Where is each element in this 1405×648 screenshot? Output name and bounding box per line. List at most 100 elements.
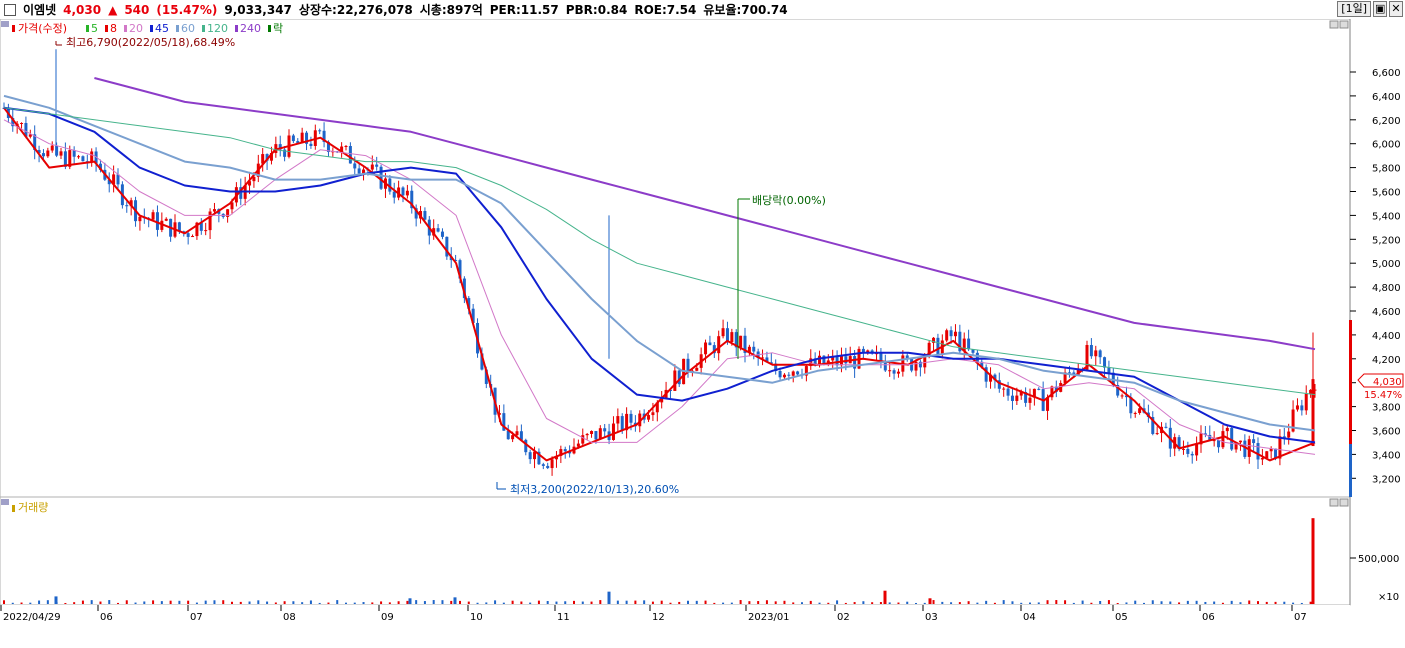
volume-bar [388, 602, 391, 604]
volume-bar [231, 601, 233, 604]
volume-panel-handle-icon[interactable] [1, 499, 9, 505]
legend-ma-60: 60 [181, 22, 195, 35]
candle-body [1304, 393, 1308, 411]
candle-body [1186, 448, 1190, 454]
stock-chart[interactable]: 가격(수정) 5 8 20 45 60 120 240 락 거래량 최고6,790(2022/… [0, 19, 1405, 648]
stock-header-bar: 이엠넷 4,030 ▲ 540 (15.47%) 9,033,347 상장수:2… [0, 0, 1405, 20]
candle-body [138, 216, 142, 222]
candle-body [1181, 448, 1185, 450]
volume-bar [669, 602, 672, 604]
candle-body [375, 164, 379, 167]
candle-body [1295, 405, 1299, 410]
period-button[interactable]: [1일] [1337, 1, 1371, 17]
price-tick-label: 4,600 [1372, 307, 1401, 318]
volume-bar [1064, 600, 1067, 604]
candle-body [291, 135, 295, 142]
select-checkbox[interactable] [4, 3, 16, 16]
volume-bar [1283, 601, 1286, 604]
volume-bar [818, 602, 821, 604]
volume-bar [222, 600, 225, 604]
volume-bar [1169, 601, 1172, 604]
legend-ma-20: 20 [129, 22, 143, 35]
candle-body [515, 431, 519, 436]
legend-ma-swatch-20 [124, 25, 127, 32]
candle-body [1010, 395, 1014, 401]
volume-legend-swatch [12, 505, 15, 512]
candle-body [541, 464, 545, 466]
volume-bar [283, 601, 286, 604]
date-tick-label: 2022/04/29 [3, 612, 61, 623]
volume-bar [1292, 602, 1295, 604]
market-cap: 시총:897억 [419, 3, 483, 17]
candle-body [739, 335, 743, 348]
volume-bar [687, 600, 689, 604]
volume-bar [134, 602, 137, 604]
stock-name: 이엠넷 [23, 3, 57, 17]
volume-bar [520, 601, 523, 604]
volume-bar [1037, 602, 1040, 604]
volume-bar [625, 600, 628, 604]
price-tick-label: 4,400 [1372, 331, 1401, 342]
volume-bar [1239, 602, 1242, 604]
volume-bar [1309, 601, 1312, 604]
volume-bar [1081, 600, 1084, 604]
volume-bar [993, 602, 996, 604]
candle-body [1103, 357, 1107, 368]
price-tick-label: 6,600 [1372, 68, 1401, 79]
candle-body [528, 452, 532, 460]
close-icon[interactable]: ✕ [1389, 1, 1403, 17]
candle-body [1098, 350, 1102, 358]
date-tick-label: 10 [470, 612, 483, 623]
volume-bar [415, 600, 418, 604]
change-percent: (15.47%) [156, 2, 218, 17]
candle-body [620, 416, 624, 431]
price-range-bar-down [1349, 444, 1352, 497]
panel-minimize-icon[interactable] [1329, 20, 1339, 29]
date-tick-label: 03 [925, 612, 938, 623]
candle-body [1002, 388, 1006, 390]
candle-body [717, 336, 721, 354]
panel-maximize-icon[interactable] [1339, 20, 1349, 29]
volume-bar [143, 601, 146, 604]
legend-ma-swatch-5 [86, 25, 89, 32]
volume-panel-maximize-icon[interactable] [1339, 498, 1349, 507]
candle-body [936, 337, 940, 355]
candle-body [392, 191, 396, 198]
volume-bar [187, 600, 190, 604]
candle-body [651, 412, 655, 416]
price-tick-label: 6,400 [1372, 92, 1401, 103]
candle-body [888, 370, 892, 372]
date-tick-label: 02 [837, 612, 850, 623]
candle-body [309, 143, 313, 146]
volume-bar [371, 602, 374, 604]
candle-body [1195, 444, 1199, 456]
candle-body [629, 413, 633, 423]
candle-body [1028, 397, 1032, 403]
restore-icon[interactable]: ▣ [1373, 1, 1387, 17]
candle-body [883, 361, 887, 371]
volume-bar [546, 601, 549, 604]
per-value: PER:11.57 [489, 2, 559, 17]
date-tick-label: 06 [1202, 612, 1215, 623]
candle-body [1260, 458, 1264, 460]
reserve-ratio: 유보율:700.74 [703, 3, 788, 17]
date-tick-label: 12 [652, 612, 665, 623]
volume-bar [90, 600, 93, 604]
candle-body [204, 230, 208, 232]
volume-bar [1178, 602, 1181, 604]
volume-bar [1213, 601, 1216, 604]
price-tick-label: 6,200 [1372, 116, 1401, 127]
volume-spike-bar [453, 597, 457, 604]
date-tick-label: 09 [381, 612, 394, 623]
date-tick-label: 11 [557, 612, 570, 623]
candle-body [1287, 431, 1291, 438]
candle-body [975, 352, 979, 362]
candle-body [50, 145, 54, 151]
candle-body [1265, 451, 1269, 459]
volume-bar [853, 602, 856, 604]
volume-panel-minimize-icon[interactable] [1329, 498, 1339, 507]
volume-bar [502, 602, 505, 604]
dividend-annotation-text: 배당락(0.00%) [752, 194, 826, 207]
volume-bar [476, 602, 479, 604]
panel-handle-icon[interactable] [1, 21, 9, 27]
